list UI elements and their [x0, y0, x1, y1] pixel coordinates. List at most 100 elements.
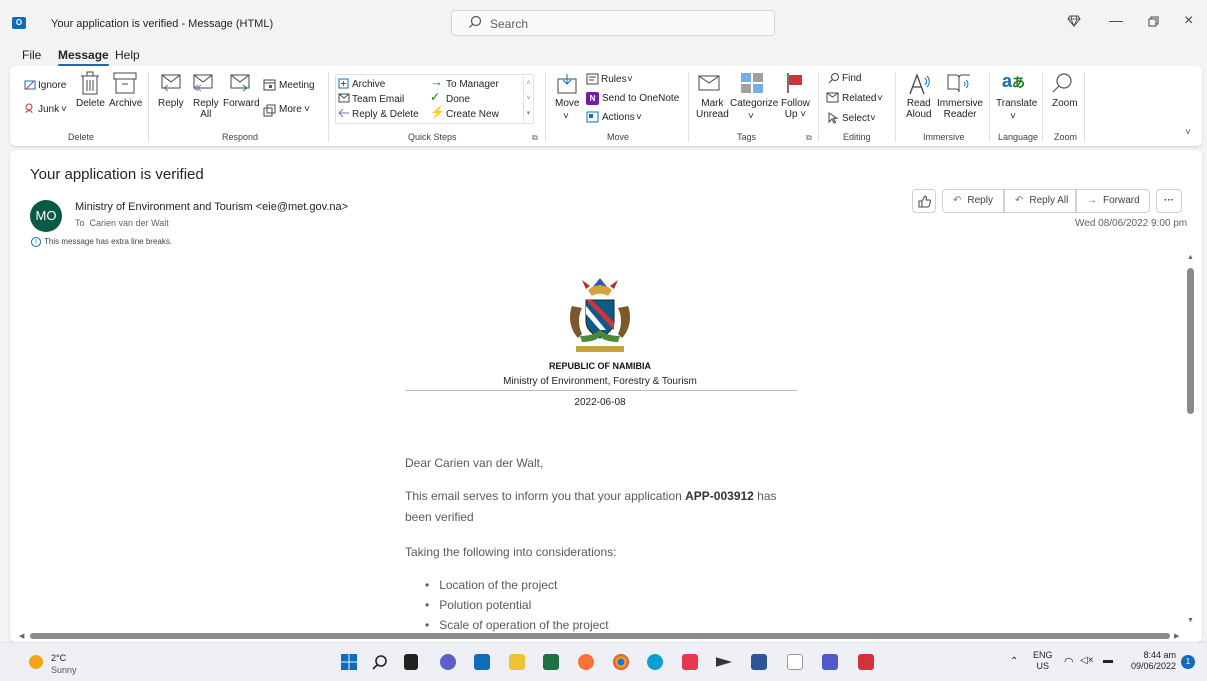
- list-item: • Scale of operation of the project: [425, 618, 609, 632]
- translate-button[interactable]: Translate: [996, 98, 1037, 109]
- namibia-coat-of-arms-logo: [570, 278, 630, 352]
- send-to-onenote-button[interactable]: Send to OneNote: [602, 93, 679, 104]
- volume-muted-icon[interactable]: ◁×: [1080, 655, 1094, 666]
- find-button[interactable]: Find: [842, 73, 861, 84]
- rules-icon: [586, 73, 599, 85]
- qs-to-manager-icon: →: [430, 74, 443, 89]
- list-item: • Polution potential: [425, 598, 532, 612]
- reply-button[interactable]: Reply: [158, 98, 184, 109]
- vertical-scroll-thumb[interactable]: [1187, 268, 1194, 414]
- related-button[interactable]: Related: [842, 93, 876, 104]
- qs-team-email-icon: [338, 93, 350, 103]
- outlook-taskbar-icon[interactable]: [474, 654, 490, 670]
- qs-done[interactable]: Done: [446, 94, 470, 105]
- ribbon-expand-chevron-icon[interactable]: ˅: [1185, 127, 1191, 138]
- scroll-down-icon[interactable]: ▼: [1187, 617, 1194, 624]
- more-button[interactable]: More: [279, 104, 302, 115]
- tags-launcher-icon[interactable]: ⧉: [806, 132, 812, 143]
- notepad-icon[interactable]: [787, 654, 803, 670]
- reply-all-action-button[interactable]: ↶ Reply All: [1004, 189, 1076, 213]
- meeting-button[interactable]: Meeting: [279, 80, 315, 91]
- search-box[interactable]: Search: [451, 10, 775, 36]
- immersive-reader-button[interactable]: Immersive Reader: [937, 98, 983, 120]
- find-icon: [828, 73, 839, 84]
- scroll-right-icon[interactable]: ▶: [1174, 632, 1179, 640]
- acrobat-icon[interactable]: [858, 654, 874, 670]
- battery-icon[interactable]: ▬: [1103, 655, 1113, 666]
- sun-weather-icon[interactable]: [29, 655, 43, 669]
- select-button[interactable]: Select: [842, 113, 870, 124]
- avatar[interactable]: MO: [30, 200, 62, 232]
- qs-reply-delete[interactable]: Reply & Delete: [352, 109, 419, 120]
- forward-action-button[interactable]: → Forward: [1076, 189, 1150, 213]
- recipient[interactable]: Carien van der Walt: [90, 218, 169, 228]
- menu-help[interactable]: Help: [115, 48, 140, 62]
- task-view-icon[interactable]: [404, 654, 418, 670]
- notification-badge[interactable]: 1: [1181, 655, 1195, 669]
- move-chevron-icon: ˅: [563, 111, 569, 122]
- to-label: To: [75, 218, 85, 228]
- taskbar-search-icon[interactable]: [372, 654, 388, 670]
- minimize-button[interactable]: —: [1109, 12, 1123, 28]
- zoom-button[interactable]: Zoom: [1052, 98, 1078, 109]
- qs-team-email[interactable]: Team Email: [352, 94, 404, 105]
- ignore-button[interactable]: Ignore: [38, 80, 66, 91]
- info-note[interactable]: i This message has extra line breaks.: [31, 237, 172, 247]
- qs-create-new[interactable]: Create New: [446, 109, 499, 120]
- list-item-text: Scale of operation of the project: [439, 618, 609, 632]
- scroll-left-icon[interactable]: ◀: [19, 632, 24, 640]
- forward-button[interactable]: Forward: [223, 98, 260, 109]
- archive-button[interactable]: Archive: [109, 98, 142, 109]
- reply-all-label-1: Reply: [193, 98, 219, 109]
- restore-button[interactable]: [1148, 16, 1159, 27]
- follow-label-2: Up: [784, 109, 798, 120]
- menu-bar: File Message Help: [0, 44, 1207, 66]
- chat-icon[interactable]: [440, 654, 456, 670]
- excel-icon[interactable]: [543, 654, 559, 670]
- windows-start-icon[interactable]: [341, 654, 357, 670]
- chrome-icon[interactable]: [613, 654, 629, 670]
- read-aloud-button[interactable]: Read Aloud: [906, 98, 932, 120]
- move-button[interactable]: Move: [555, 98, 579, 109]
- forward-action-label: Forward: [1103, 195, 1140, 206]
- diamond-premium-icon[interactable]: [1067, 14, 1081, 28]
- actions-button[interactable]: Actions: [602, 112, 635, 123]
- categorize-chevron-icon: ˅: [748, 111, 754, 122]
- quick-steps-launcher-icon[interactable]: ⧉: [532, 132, 538, 143]
- reply-action-button[interactable]: ↶ Reply: [942, 189, 1004, 213]
- qs-to-manager[interactable]: To Manager: [446, 79, 499, 90]
- store-icon[interactable]: [682, 654, 698, 670]
- wifi-icon[interactable]: ◠: [1064, 655, 1074, 668]
- reply-all-button[interactable]: Reply All: [193, 98, 219, 120]
- taskbar: [0, 642, 1207, 681]
- scroll-up-icon[interactable]: ▲: [1187, 254, 1194, 261]
- follow-label-1: Follow: [781, 98, 810, 109]
- qs-archive[interactable]: Archive: [352, 79, 385, 90]
- close-button[interactable]: ×: [1184, 12, 1193, 30]
- edge-icon[interactable]: [647, 654, 663, 670]
- weather-temp[interactable]: 2°C: [51, 653, 66, 663]
- more-actions-button[interactable]: ···: [1156, 189, 1182, 213]
- teams-icon[interactable]: [822, 654, 838, 670]
- file-explorer-icon[interactable]: [509, 654, 525, 670]
- clock[interactable]: 8:44 am 09/06/2022: [1124, 650, 1176, 672]
- qs-scroll-buttons[interactable]: ˄ ˅ ▾: [523, 76, 533, 122]
- horizontal-scroll-thumb[interactable]: [30, 633, 1170, 639]
- recipient-line: To Carien van der Walt: [75, 218, 169, 228]
- delete-button[interactable]: Delete: [76, 98, 105, 109]
- menu-message[interactable]: Message: [58, 48, 109, 66]
- ignore-icon: [24, 80, 36, 90]
- follow-up-button[interactable]: Follow Up ˅: [781, 98, 810, 120]
- categorize-button[interactable]: Categorize: [730, 98, 778, 109]
- thumbs-up-icon: [918, 195, 931, 208]
- like-button[interactable]: [912, 189, 936, 213]
- junk-button[interactable]: Junk: [38, 104, 59, 115]
- menu-file[interactable]: File: [22, 48, 41, 62]
- firefox-icon[interactable]: [578, 654, 594, 670]
- word-icon[interactable]: [751, 654, 767, 670]
- sender[interactable]: Ministry of Environment and Tourism <eie…: [75, 201, 348, 213]
- language-indicator[interactable]: ENG US: [1033, 650, 1053, 672]
- rules-button[interactable]: Rules: [601, 74, 627, 85]
- tray-chevron-icon[interactable]: ⌃: [1010, 656, 1018, 667]
- mark-unread-button[interactable]: Mark Unread: [696, 98, 729, 120]
